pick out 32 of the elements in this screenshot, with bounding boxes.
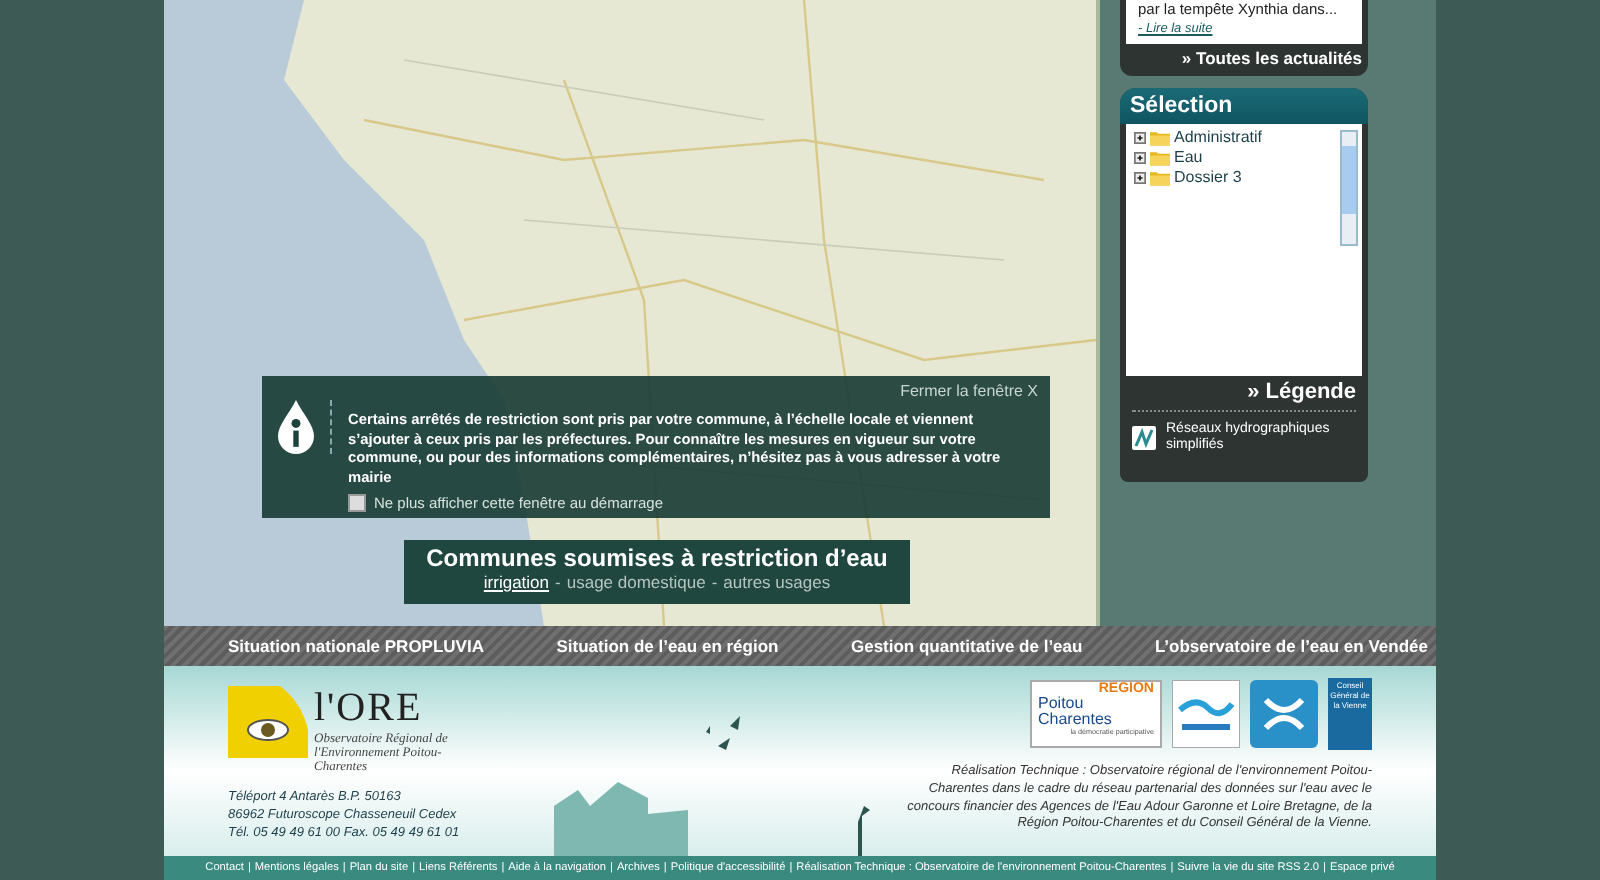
filter-link[interactable]: usage domestique <box>566 572 706 592</box>
folder-icon <box>1150 169 1170 185</box>
expand-icon[interactable] <box>1134 131 1146 143</box>
separator: - <box>711 572 718 592</box>
water-agency-logo-icon <box>1250 680 1318 748</box>
filter-link[interactable]: irrigation <box>483 572 550 592</box>
logo-text: Poitou Charentes <box>1038 696 1114 728</box>
logo-title: l'ORE <box>314 686 425 732</box>
legend-title: » Légende <box>1132 380 1356 412</box>
tree-item[interactable]: Eau <box>1134 148 1340 166</box>
water-agency-logo-icon <box>1172 680 1240 748</box>
nav-link[interactable]: Situation nationale PROPLUVIA <box>228 636 484 656</box>
separator: - <box>555 572 561 592</box>
tree-item[interactable]: Dossier 3 <box>1134 168 1340 186</box>
close-window-link[interactable]: Fermer la fenêtre X <box>900 382 1038 400</box>
folder-icon <box>1150 129 1170 145</box>
expand-icon[interactable] <box>1134 171 1146 183</box>
eye-logo-icon <box>228 686 308 758</box>
folder-icon <box>1150 149 1170 165</box>
expand-icon[interactable] <box>1134 151 1146 163</box>
tree-item[interactable]: Administratif <box>1134 128 1340 146</box>
scrollbar[interactable] <box>1340 130 1358 246</box>
filter-link[interactable]: autres usages <box>723 572 831 592</box>
nav-link[interactable]: L’observatoire de l’eau en Vendée <box>1154 636 1428 656</box>
river-network-icon <box>1132 426 1156 451</box>
info-drop-icon <box>278 400 332 454</box>
all-news-link[interactable]: » Toutes les actualités <box>1181 44 1362 72</box>
nav-link[interactable]: Gestion quantitative de l’eau <box>850 636 1083 656</box>
map-title: Communes soumises à restriction d’eau <box>424 544 890 572</box>
panel-title: Sélection <box>1120 88 1368 124</box>
nav-link[interactable]: Situation de l’eau en région <box>556 636 779 656</box>
checkbox[interactable] <box>348 493 366 511</box>
